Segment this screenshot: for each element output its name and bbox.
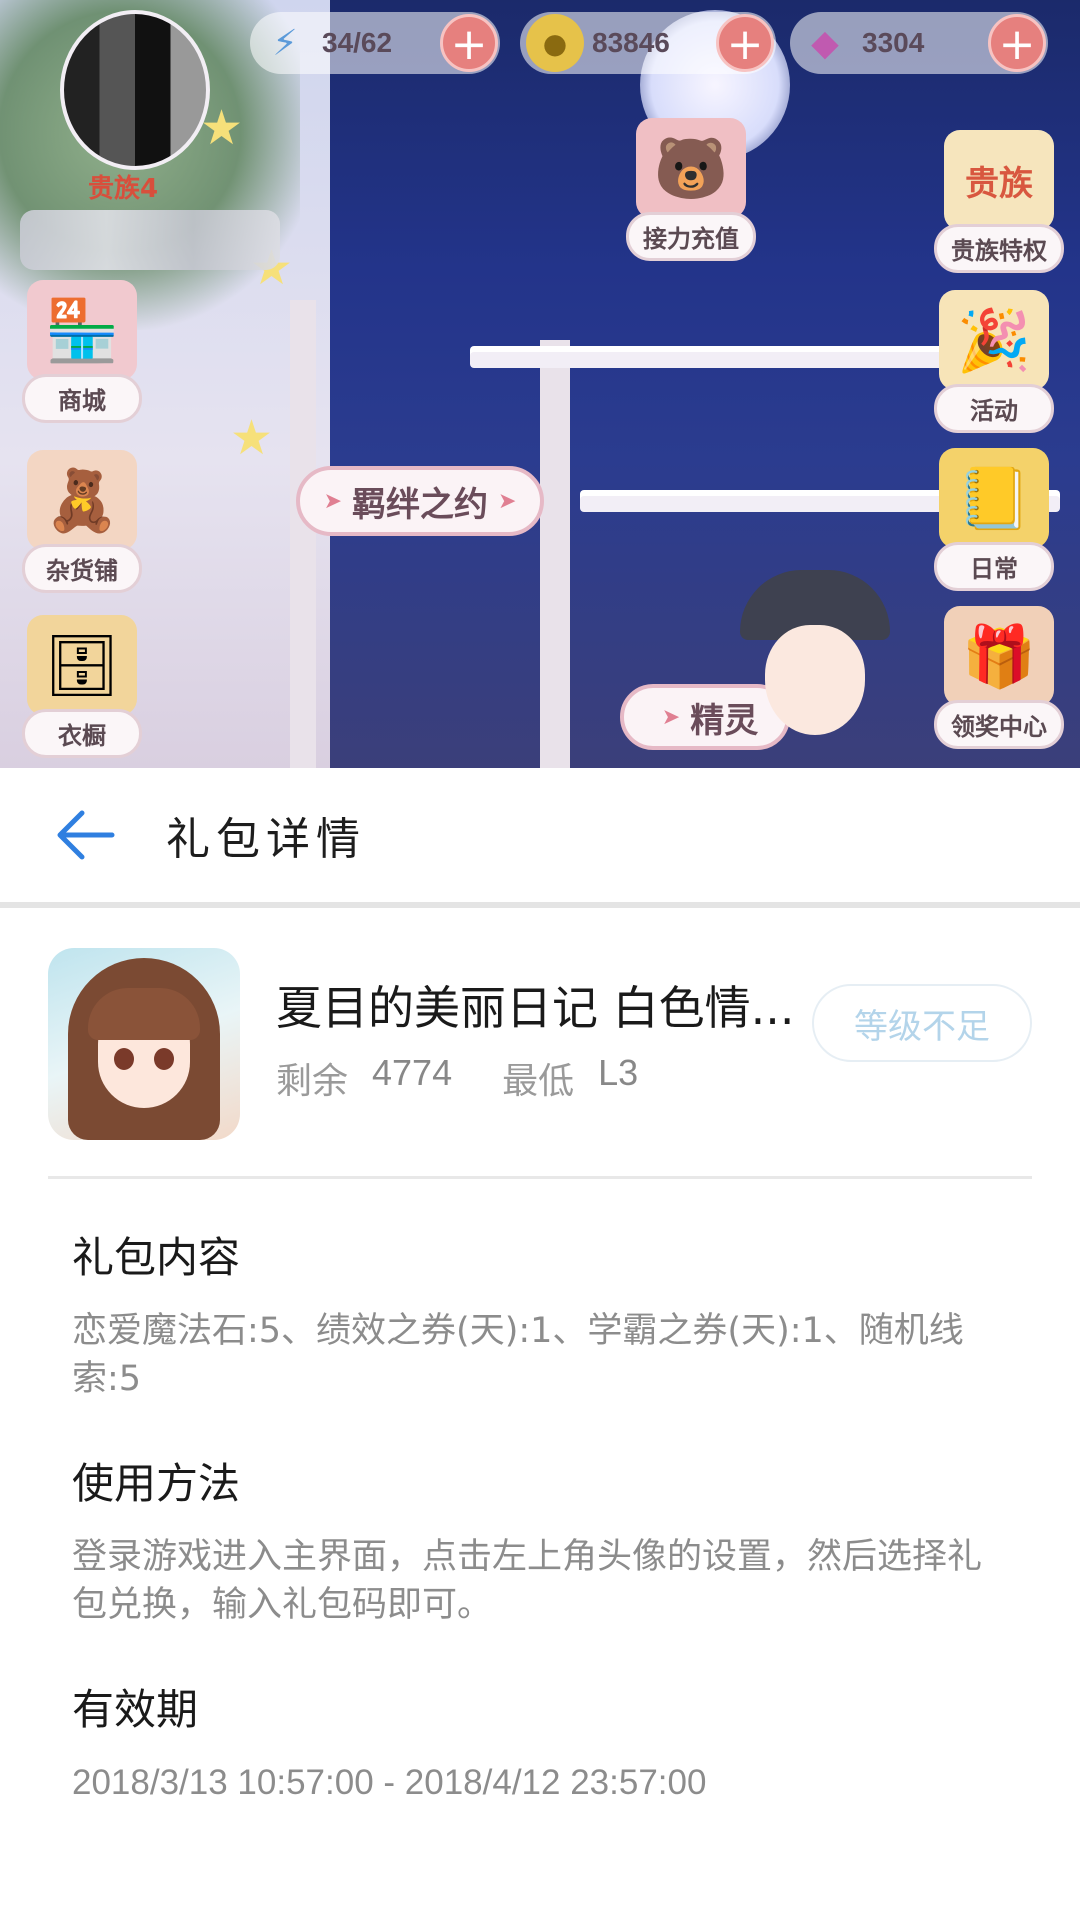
gift-meta: 剩余 4774 最低 L3 <box>276 1052 638 1104</box>
lightning-icon: ⚡ <box>272 22 298 64</box>
page-title: 礼包详情 <box>166 814 366 865</box>
relay-recharge-label: 接力充值 <box>626 212 756 261</box>
grocery-stall-icon: 🧸 <box>27 450 137 550</box>
noble-privilege-label: 贵族特权 <box>934 224 1064 273</box>
section-title: 使用方法 <box>72 1459 241 1508</box>
window-frame <box>290 300 316 768</box>
rank-badge: 贵族4 <box>88 174 159 204</box>
energy-value: 34/62 <box>322 27 393 58</box>
daily-label: 日常 <box>934 542 1054 591</box>
gold-value: 83846 <box>592 27 670 58</box>
gem-counter: ◆ 3304 + <box>790 12 1048 74</box>
reward-center-label: 领奖中心 <box>934 700 1064 749</box>
activity-button[interactable]: 🎉 活动 <box>934 290 1054 433</box>
gift-detail: 夏目的美丽日记 白色情... 剩余 4774 最低 L3 等级不足 礼包内容 恋… <box>0 914 1080 1920</box>
min-level-label: 最低 <box>502 1061 575 1102</box>
reward-center-button[interactable]: 🎁 领奖中心 <box>934 606 1064 749</box>
wardrobe-label: 衣橱 <box>22 709 142 758</box>
shop-label: 商城 <box>22 374 142 423</box>
section-title: 礼包内容 <box>72 1233 241 1282</box>
usage-section: 使用方法 登录游戏进入主界面，点击左上角头像的设置，然后选择礼包兑换，输入礼包码… <box>72 1450 1012 1629</box>
bond-banner-label: 羁绊之约 <box>352 484 488 525</box>
arrow-icon: ➤ <box>661 704 681 730</box>
gift-summary: 夏目的美丽日记 白色情... 剩余 4774 最低 L3 等级不足 <box>48 948 1032 1144</box>
shop-icon: 🏪 <box>27 280 137 380</box>
validity-text: 2018/3/13 10:57:00 - 2018/4/12 23:57:00 <box>72 1763 707 1802</box>
bond-banner[interactable]: ➤ 羁绊之约 ➤ <box>296 466 544 536</box>
wardrobe-button[interactable]: 🗄 衣橱 <box>22 615 142 758</box>
teddy-bear-icon: 🐻 <box>636 118 746 218</box>
gem-value: 3304 <box>862 27 925 58</box>
gold-counter: ● 83846 + <box>520 12 776 74</box>
add-gold-button[interactable]: + <box>716 14 774 72</box>
shop-button[interactable]: 🏪 商城 <box>22 280 142 423</box>
level-insufficient-button[interactable]: 等级不足 <box>812 984 1032 1062</box>
activity-label: 活动 <box>934 384 1054 433</box>
top-bar: 礼包详情 <box>0 768 1080 908</box>
validity-section: 有效期 2018/3/13 10:57:00 - 2018/4/12 23:57… <box>72 1676 1012 1807</box>
divider <box>48 1176 1032 1179</box>
gift-contents-section: 礼包内容 恋爱魔法石:5、绩效之券(天):1、学霸之券(天):1、随机线索:5 <box>72 1224 1012 1403</box>
grocery-button[interactable]: 🧸 杂货铺 <box>22 450 142 593</box>
daily-button[interactable]: 📒 日常 <box>934 448 1054 591</box>
star-icon: ★ <box>230 410 274 466</box>
add-gem-button[interactable]: + <box>988 14 1046 72</box>
game-app-icon <box>48 948 240 1140</box>
usage-text: 登录游戏进入主界面，点击左上角头像的设置，然后选择礼包兑换，输入礼包码即可。 <box>72 1537 983 1625</box>
grocery-label: 杂货铺 <box>22 544 142 593</box>
remaining-value: 4774 <box>372 1052 453 1093</box>
energy-counter: ⚡ 34/62 + <box>250 12 500 74</box>
min-level-value: L3 <box>598 1052 639 1093</box>
remaining-label: 剩余 <box>276 1061 349 1102</box>
gold-coin-icon: ● <box>526 14 584 72</box>
player-name <box>20 210 280 270</box>
gem-icon: ◆ <box>811 22 839 64</box>
arrow-icon: ➤ <box>323 488 342 514</box>
party-hat-icon: 🎉 <box>939 290 1049 390</box>
character-figure <box>730 570 900 768</box>
arrow-icon: ➤ <box>498 488 517 514</box>
noble-icon: 贵族 <box>944 130 1054 230</box>
noble-privilege-button[interactable]: 贵族 贵族特权 <box>934 130 1064 273</box>
add-energy-button[interactable]: + <box>440 14 498 72</box>
avatar[interactable] <box>60 10 210 170</box>
book-icon: 📒 <box>939 448 1049 548</box>
back-button[interactable] <box>30 765 140 905</box>
gift-name: 夏目的美丽日记 白色情... <box>276 981 795 1035</box>
window-frame <box>540 340 570 768</box>
gift-contents-text: 恋爱魔法石:5、绩效之券(天):1、学霸之券(天):1、随机线索:5 <box>72 1311 964 1399</box>
gift-box-icon: 🎁 <box>944 606 1054 706</box>
back-arrow-icon <box>57 810 115 860</box>
wardrobe-icon: 🗄 <box>27 615 137 715</box>
section-title: 有效期 <box>72 1685 199 1734</box>
relay-recharge-button[interactable]: 🐻 接力充值 <box>626 118 756 261</box>
game-background: ★ ★ ★ 贵族4 ⚡ 34/62 + ● 83846 + ◆ 3304 + 🏪… <box>0 0 1080 768</box>
